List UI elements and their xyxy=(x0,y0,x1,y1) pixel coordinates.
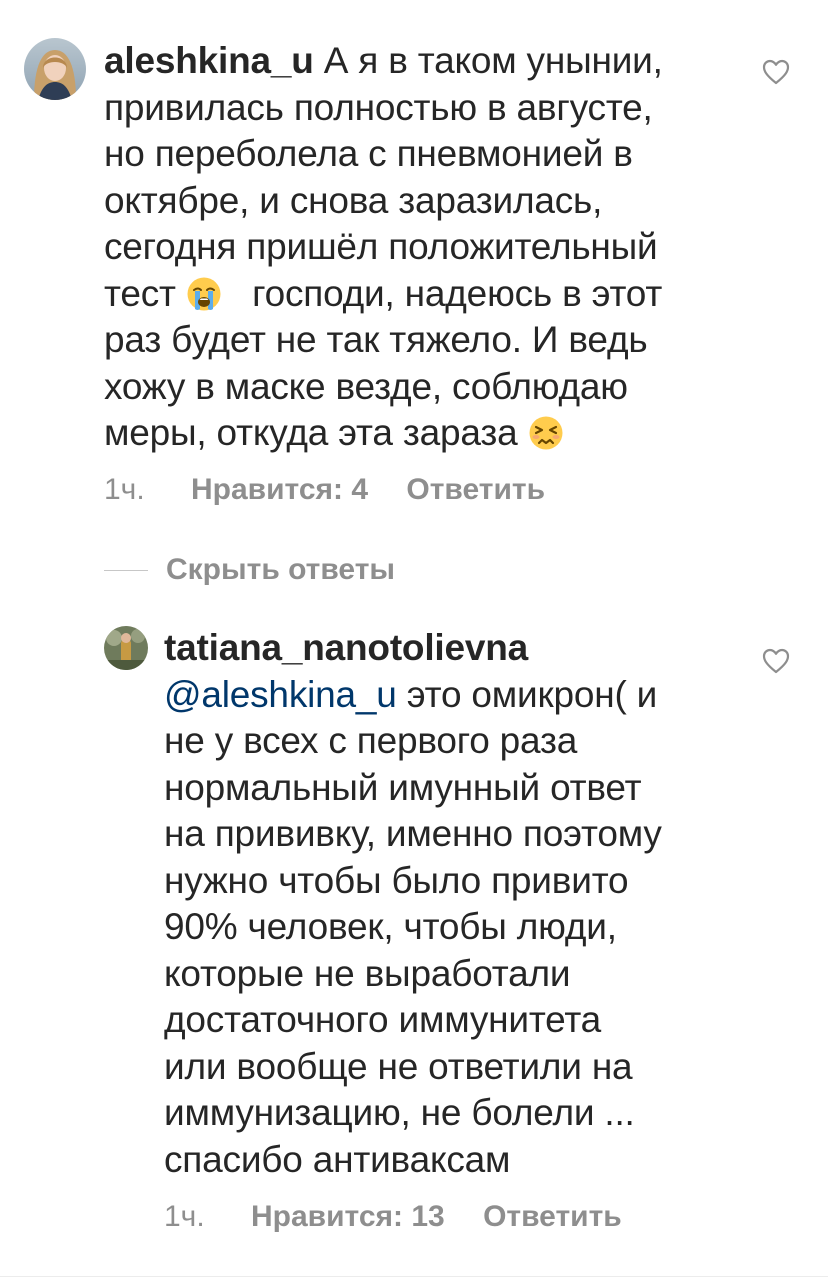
comment-line: нужно чтобы было привито xyxy=(164,859,629,901)
comment-line: tatiana_nanotolievna xyxy=(164,625,662,672)
comment-line: раз будет не так тяжело. И ведь xyxy=(104,319,648,360)
comment-line: или вообще не ответили на xyxy=(164,1045,633,1087)
comment-line: @aleshkina_u это омикрон( и xyxy=(164,673,658,715)
comment-line: нормальный имунный ответ xyxy=(164,766,642,808)
hide-replies-button[interactable]: Скрыть ответы xyxy=(104,550,395,590)
comment-timestamp: 1ч. xyxy=(104,473,145,506)
reply-button[interactable]: Ответить xyxy=(483,1200,622,1234)
hide-replies-label: Скрыть ответы xyxy=(166,553,396,586)
comment-line: 90% человек, чтобы люди, xyxy=(164,906,617,947)
comment-line: которые не выработали xyxy=(164,952,571,994)
reply-username[interactable]: tatiana_nanotolievna xyxy=(164,627,528,668)
comment-meta: 1ч. Нравится: 4 Ответить xyxy=(104,473,545,507)
comment-username[interactable]: aleshkina_u xyxy=(104,40,314,81)
comment-line: сегодня пришёл положительный xyxy=(104,226,658,267)
avatar[interactable] xyxy=(24,38,86,100)
comment-text: aleshkina_u А я в таком унынии, привилас… xyxy=(104,38,663,457)
comment-line: тест господи, надеюсь в этот xyxy=(104,272,663,314)
comment-likes-count[interactable]: Нравится: 13 xyxy=(251,1200,445,1234)
comment-line: хожу в маске везде, соблюдаю xyxy=(104,365,628,407)
comment-line: иммунизацию, не болели ... xyxy=(164,1092,635,1133)
divider xyxy=(104,569,148,571)
comment-likes-count[interactable]: Нравится: 4 xyxy=(191,473,368,507)
avatar[interactable] xyxy=(104,626,148,670)
like-button[interactable] xyxy=(762,648,790,674)
like-button[interactable] xyxy=(762,59,790,85)
comment-line: меры, откуда эта зараза xyxy=(104,410,663,457)
divider xyxy=(0,1276,828,1277)
reply-button[interactable]: Ответить xyxy=(406,473,545,507)
persevering-face-emoji xyxy=(528,415,564,451)
comment-line: aleshkina_u А я в таком унынии, xyxy=(104,40,663,81)
heart-icon xyxy=(762,648,790,674)
comment-timestamp: 1ч. xyxy=(164,1200,205,1233)
mention-link[interactable]: @aleshkina_u xyxy=(164,674,397,715)
comment-line: достаточного иммунитета xyxy=(164,999,602,1040)
comment-line: на прививку, именно поэтому xyxy=(164,813,662,854)
heart-icon xyxy=(762,59,790,85)
loudly-crying-face-emoji xyxy=(186,276,222,312)
comment-line: спасибо антиваксам xyxy=(164,1138,511,1180)
reply-text: tatiana_nanotolievna @aleshkina_u это ом… xyxy=(164,625,662,1183)
comment-line: не у всех с первого раза xyxy=(164,720,578,761)
reply-meta: 1ч. Нравится: 13 Ответить xyxy=(164,1200,622,1234)
comment-line: но переболела с пневмонией в xyxy=(104,133,633,174)
comment-line: октябре, и снова заразилась, xyxy=(104,179,603,221)
comment-line: привилась полностью в августе, xyxy=(104,86,653,128)
